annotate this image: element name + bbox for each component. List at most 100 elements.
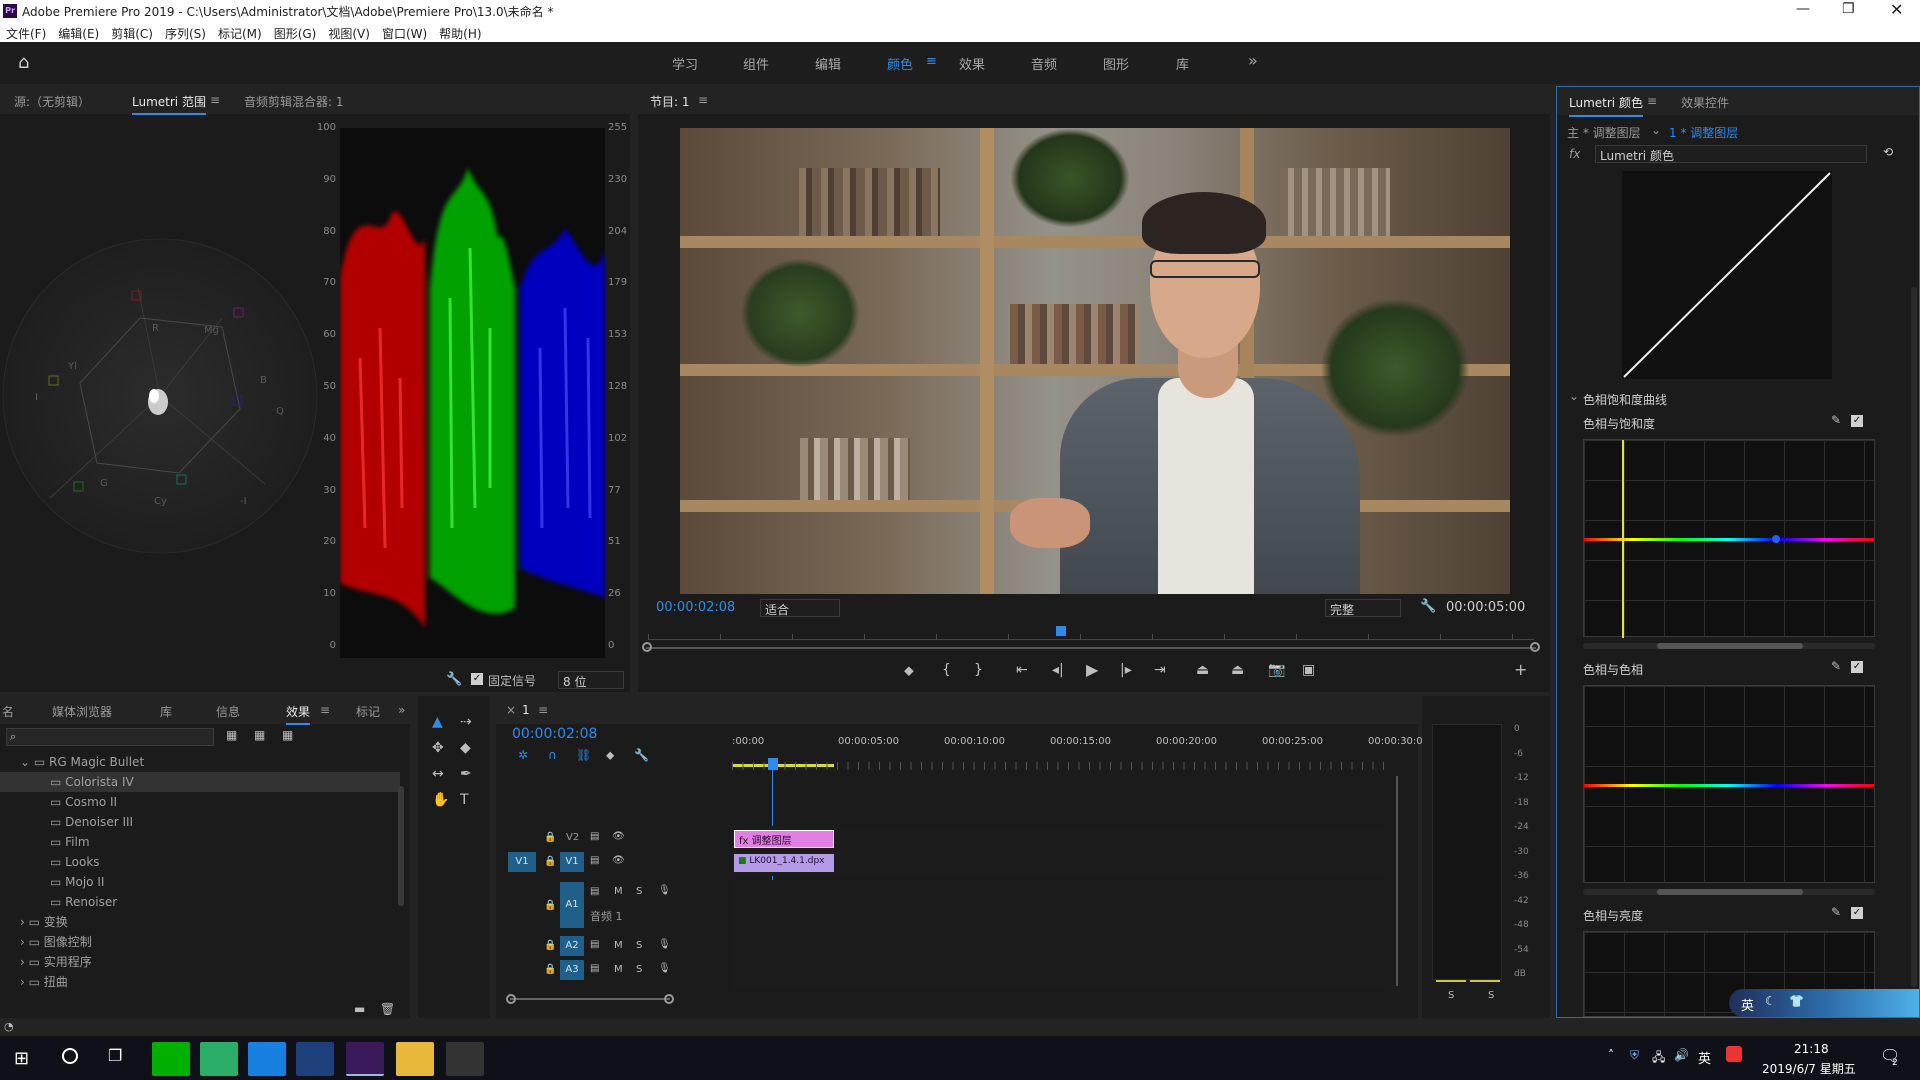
comparison-view-icon[interactable]: ▣ — [1302, 662, 1315, 678]
nest-sequence-icon[interactable]: ✲ — [518, 748, 528, 762]
workspace-more-button[interactable]: » — [1248, 51, 1258, 70]
close-sequence-icon[interactable]: × — [506, 703, 516, 717]
eye-icon[interactable]: 👁 — [612, 855, 625, 866]
maximize-button[interactable]: ❐ — [1842, 1, 1855, 17]
tab-info[interactable]: 信息 — [216, 703, 240, 720]
timeline-h-scrollbar[interactable] — [510, 998, 670, 1000]
yuv-effects-icon[interactable]: ▦ — [282, 728, 293, 742]
iqiyi-icon[interactable] — [152, 1042, 190, 1076]
tab-lumetri-scopes[interactable]: Lumetri 范围 — [132, 93, 206, 115]
track-label-v1[interactable]: V1 — [560, 852, 584, 872]
tree-folder-transform[interactable]: › ▭ 变换 — [20, 912, 68, 932]
tab-program[interactable]: 节目: 1 — [650, 93, 690, 110]
ime-language-label[interactable]: 英 — [1741, 995, 1754, 1014]
slip-tool-icon[interactable]: ↔ — [432, 766, 444, 782]
microphone-icon[interactable]: 🎙 — [658, 939, 671, 950]
lock-icon[interactable]: 🔒 — [544, 964, 556, 975]
close-button[interactable]: ✕ — [1890, 0, 1903, 19]
tray-network-icon[interactable]: 🖧 — [1652, 1048, 1665, 1069]
curve-scrollbar[interactable] — [1583, 889, 1875, 895]
track-label-a3[interactable]: A3 — [560, 960, 584, 980]
browser-icon[interactable] — [248, 1042, 286, 1076]
extract-icon[interactable]: ⏏ — [1231, 662, 1244, 678]
tab-project[interactable]: 名 — [2, 703, 14, 720]
play-button[interactable]: ▶ — [1086, 660, 1098, 679]
ime-moon-icon[interactable]: ☾ — [1765, 994, 1776, 1008]
clip-video-dpx[interactable]: ■ LK001_1.4.1.dpx — [734, 854, 834, 872]
workspace-assembly[interactable]: 组件 — [743, 54, 769, 73]
effects-search-input[interactable]: ⌕ — [6, 728, 214, 746]
program-playhead[interactable] — [1055, 626, 1066, 636]
tab-media-browser[interactable]: 媒体浏览器 — [52, 703, 112, 720]
eyedropper-icon[interactable]: ✎ — [1831, 905, 1841, 919]
effects-menu-icon[interactable]: ≡ — [320, 703, 330, 717]
tray-shield-icon[interactable]: ⛨ — [1630, 1048, 1639, 1063]
tab-audio-clip-mixer[interactable]: 音频剪辑混合器: 1 — [244, 93, 344, 110]
selection-tool-icon[interactable]: ▲ — [432, 714, 443, 730]
playback-quality-select[interactable]: 完整 — [1325, 599, 1401, 617]
sync-lock-icon[interactable]: ▤ — [590, 886, 599, 897]
pen-tool-icon[interactable]: ✒ — [460, 766, 472, 782]
eye-icon[interactable]: 👁 — [612, 831, 625, 842]
tree-folder-distort[interactable]: › ▭ 扭曲 — [20, 972, 68, 992]
step-back-icon[interactable]: ◂| — [1052, 662, 1064, 678]
windows-start-icon[interactable]: ⊞ — [14, 1048, 29, 1069]
effect-item[interactable]: ▭ Renoiser — [50, 892, 117, 912]
menu-sequence[interactable]: 序列(S) — [159, 22, 212, 42]
track-label-a1[interactable]: A1 — [560, 882, 584, 928]
accelerated-effects-icon[interactable]: ▦ — [226, 728, 237, 742]
menu-window[interactable]: 窗口(W) — [376, 22, 433, 42]
scroll-left-handle[interactable] — [506, 994, 516, 1004]
razor-tool-icon[interactable]: ◆ — [460, 740, 471, 756]
solo-button[interactable]: S — [636, 886, 642, 897]
lumetri-scrollbar[interactable] — [1911, 287, 1917, 987]
mark-in-icon[interactable]: { — [942, 662, 951, 678]
add-marker-icon[interactable]: ⬥ — [606, 748, 614, 763]
tree-folder-utility[interactable]: › ▭ 实用程序 — [20, 952, 92, 972]
premiere-pro-icon[interactable] — [346, 1042, 384, 1076]
lumetri-menu-icon[interactable]: ≡ — [1647, 94, 1657, 108]
bit-depth-select[interactable]: 8 位 — [558, 671, 624, 689]
minimize-button[interactable]: — — [1796, 1, 1810, 17]
workspace-effects[interactable]: 效果 — [959, 54, 985, 73]
track-label-a2[interactable]: A2 — [560, 936, 584, 956]
sync-lock-icon[interactable]: ▤ — [590, 939, 599, 950]
effect-item[interactable]: ▭ Denoiser III — [50, 812, 133, 832]
reset-icon[interactable]: ⟲ — [1883, 145, 1893, 159]
program-scrollbar[interactable] — [646, 647, 1536, 649]
step-forward-icon[interactable]: |▸ — [1120, 662, 1132, 678]
tab-effects[interactable]: 效果 — [286, 703, 311, 725]
scroll-right-handle[interactable] — [1530, 642, 1540, 652]
menu-clip[interactable]: 剪辑(C) — [105, 22, 159, 42]
track-select-tool-icon[interactable]: ⇢ — [460, 714, 472, 730]
clip-target-label[interactable]: 1 * 调整图层 — [1669, 124, 1738, 141]
program-timecode[interactable]: 00:00:02:08 — [656, 600, 735, 615]
hue-vs-hue-curve[interactable] — [1583, 685, 1875, 883]
lock-icon[interactable]: 🔒 — [544, 856, 556, 867]
microphone-icon[interactable]: 🎙 — [658, 963, 671, 974]
effect-item[interactable]: ▭ Cosmo II — [50, 792, 117, 812]
workspace-audio[interactable]: 音频 — [1031, 54, 1057, 73]
add-marker-icon[interactable]: ⬥ — [904, 663, 914, 679]
effects-scrollbar[interactable] — [398, 786, 404, 906]
workspace-libraries[interactable]: 库 — [1176, 54, 1189, 73]
tab-lumetri-color[interactable]: Lumetri 颜色 — [1569, 94, 1643, 117]
solo-right-button[interactable]: S — [1488, 990, 1494, 1001]
solo-left-button[interactable]: S — [1448, 990, 1454, 1001]
panel-overflow-icon[interactable]: » — [398, 703, 405, 717]
timeline-settings-icon[interactable]: 🔧 — [634, 748, 649, 762]
workspace-color[interactable]: 颜色 — [887, 54, 913, 73]
tray-volume-icon[interactable]: 🔊 — [1674, 1048, 1689, 1062]
scroll-right-handle[interactable] — [664, 994, 674, 1004]
section-collapse-icon[interactable]: ⌄ — [1569, 389, 1579, 403]
timeline-playhead-head[interactable] — [768, 758, 778, 770]
go-to-in-icon[interactable]: ⇤ — [1016, 662, 1028, 678]
workspace-menu-icon[interactable]: ≡ — [926, 54, 937, 69]
wrench-icon[interactable]: 🔧 — [446, 672, 462, 687]
track-label-v2[interactable]: V2 — [566, 832, 579, 843]
effect-item[interactable]: ▭ Film — [50, 832, 90, 852]
app-icon[interactable] — [446, 1042, 484, 1076]
sync-lock-icon[interactable]: ▤ — [590, 963, 599, 974]
timeline-v-scrollbar[interactable] — [1396, 776, 1398, 986]
tab-markers[interactable]: 标记 — [356, 703, 380, 720]
